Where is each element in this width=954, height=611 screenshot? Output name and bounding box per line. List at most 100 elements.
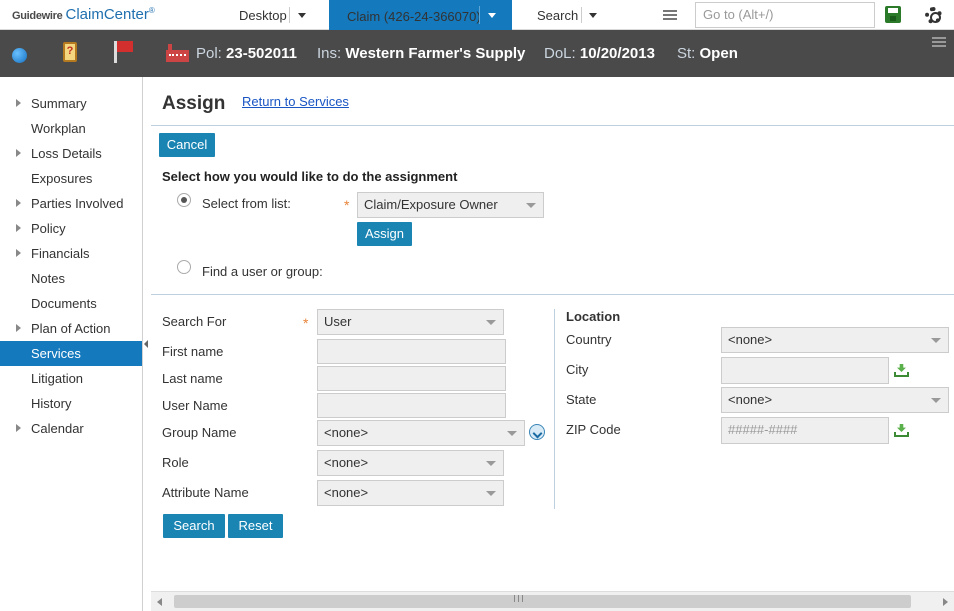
find-user-or-group-radio[interactable] <box>177 260 191 274</box>
state-label: State <box>566 392 597 407</box>
cancel-button[interactable]: Cancel <box>159 133 215 157</box>
search-for-value: User <box>324 314 352 329</box>
sidebar-item-loss-details[interactable]: Loss Details <box>0 141 142 166</box>
gear-icon[interactable] <box>925 7 942 24</box>
zip-code-label: ZIP Code <box>566 422 621 437</box>
date-of-loss-info: DoL: 10/20/2013 <box>544 45 655 62</box>
scroll-left-icon[interactable] <box>157 598 162 606</box>
policy-info[interactable]: Pol: 23-502011 <box>196 45 297 62</box>
assign-button[interactable]: Assign <box>357 222 412 246</box>
sidebar-item-documents[interactable]: Documents <box>0 291 142 316</box>
desktop-menu-chevron-down-icon[interactable] <box>298 13 306 18</box>
city-field[interactable] <box>721 357 889 384</box>
tab-claim[interactable]: Claim (426-24-366070) <box>329 0 512 30</box>
expand-arrow-icon[interactable] <box>16 424 21 432</box>
expand-arrow-icon[interactable] <box>16 249 21 257</box>
country-value: <none> <box>728 332 773 347</box>
sidebar-item-notes[interactable]: Notes <box>0 266 142 291</box>
attribute-name-select[interactable]: <none> <box>317 480 504 506</box>
search-button[interactable]: Search <box>163 514 225 538</box>
horizontal-scrollbar[interactable] <box>151 591 954 611</box>
assign-owner-select[interactable]: Claim/Exposure Owner <box>357 192 544 218</box>
sidebar-item-policy[interactable]: Policy <box>0 216 142 241</box>
tab-claim-label: Claim (426-24-366070) <box>347 9 481 24</box>
autofill-download-icon[interactable] <box>894 364 909 377</box>
sidebar-item-calendar[interactable]: Calendar <box>0 416 142 441</box>
zip-code-field[interactable]: #####-#### <box>721 417 889 444</box>
sidebar-item-history[interactable]: History <box>0 391 142 416</box>
sidebar-item-exposures[interactable]: Exposures <box>0 166 142 191</box>
city-label: City <box>566 362 589 377</box>
search-for-select[interactable]: User <box>317 309 504 335</box>
insured-info[interactable]: Ins: Western Farmer's Supply <box>317 45 525 62</box>
last-name-field[interactable] <box>317 366 506 391</box>
sidebar-collapse-handle[interactable] <box>143 336 151 352</box>
expand-arrow-icon[interactable] <box>16 199 21 207</box>
sidebar-item-workplan[interactable]: Workplan <box>0 116 142 141</box>
sidebar-item-label: Summary <box>31 96 87 111</box>
last-name-label: Last name <box>162 371 223 386</box>
tab-search[interactable]: Search <box>537 0 578 30</box>
country-select[interactable]: <none> <box>721 327 949 353</box>
menu-icon[interactable] <box>932 37 946 48</box>
scrollbar-thumb[interactable] <box>174 595 911 608</box>
role-value: <none> <box>324 455 369 470</box>
state-select[interactable]: <none> <box>721 387 949 413</box>
app-logo[interactable]: Guidewire ClaimCenter® <box>12 6 155 23</box>
select-from-list-radio[interactable] <box>177 193 191 207</box>
tab-desktop[interactable]: Desktop <box>239 0 287 30</box>
sidebar-item-services[interactable]: Services <box>0 341 142 366</box>
group-name-label: Group Name <box>162 425 237 440</box>
location-heading: Location <box>566 309 621 324</box>
autofill-download-icon[interactable] <box>894 424 909 437</box>
role-select[interactable]: <none> <box>317 450 504 476</box>
sidebar-item-label: History <box>31 396 72 411</box>
sidebar-item-litigation[interactable]: Litigation <box>0 366 142 391</box>
sidebar-item-financials[interactable]: Financials <box>0 241 142 266</box>
goto-input[interactable]: Go to (Alt+/) <box>695 2 875 28</box>
clipboard-icon[interactable]: ? <box>63 42 77 62</box>
expand-arrow-icon[interactable] <box>16 224 21 232</box>
sidebar-item-label: Documents <box>31 296 97 311</box>
sidebar-item-label: Financials <box>31 246 90 261</box>
sidebar-item-label: Notes <box>31 271 65 286</box>
sidebar-item-parties-involved[interactable]: Parties Involved <box>0 191 142 216</box>
expand-arrow-icon[interactable] <box>16 324 21 332</box>
group-picker-chevron-down-icon[interactable] <box>529 424 545 440</box>
policy-value: 23-502011 <box>226 45 297 62</box>
scrollbar-grip-icon <box>514 595 523 602</box>
first-name-field[interactable] <box>317 339 506 364</box>
logo-mark: ® <box>148 6 155 15</box>
chevron-down-icon <box>931 338 941 343</box>
scroll-right-icon[interactable] <box>943 598 948 606</box>
sidebar-item-summary[interactable]: Summary <box>0 91 142 116</box>
divider <box>151 125 954 126</box>
expand-arrow-icon[interactable] <box>16 149 21 157</box>
tab-separator <box>479 6 480 24</box>
main-content: Assign Return to Services Cancel Select … <box>151 77 954 591</box>
sidebar-item-label: Exposures <box>31 171 93 186</box>
assign-owner-value: Claim/Exposure Owner <box>364 197 498 212</box>
policy-key: Pol: <box>196 45 222 62</box>
group-name-select[interactable]: <none> <box>317 420 525 446</box>
dol-key: DoL: <box>544 45 576 62</box>
reset-button[interactable]: Reset <box>228 514 283 538</box>
user-name-field[interactable] <box>317 393 506 418</box>
globe-icon[interactable] <box>12 48 27 63</box>
return-to-services-link[interactable]: Return to Services <box>242 94 349 109</box>
expand-arrow-icon[interactable] <box>16 99 21 107</box>
search-menu-chevron-down-icon[interactable] <box>589 13 597 18</box>
claim-menu-chevron-down-icon[interactable] <box>488 13 496 18</box>
flag-icon[interactable] <box>114 41 133 63</box>
section-title: Select how you would like to do the assi… <box>162 169 458 184</box>
find-user-or-group-label: Find a user or group: <box>202 264 323 279</box>
status-info: St: Open <box>677 45 738 62</box>
status-key: St: <box>677 45 696 62</box>
menu-icon[interactable] <box>663 10 677 21</box>
attribute-name-label: Attribute Name <box>162 485 249 500</box>
save-icon[interactable] <box>885 6 901 23</box>
insured-value: Western Farmer's Supply <box>345 45 526 62</box>
sidebar-item-plan-of-action[interactable]: Plan of Action <box>0 316 142 341</box>
chevron-down-icon <box>931 398 941 403</box>
tab-separator <box>581 7 582 23</box>
